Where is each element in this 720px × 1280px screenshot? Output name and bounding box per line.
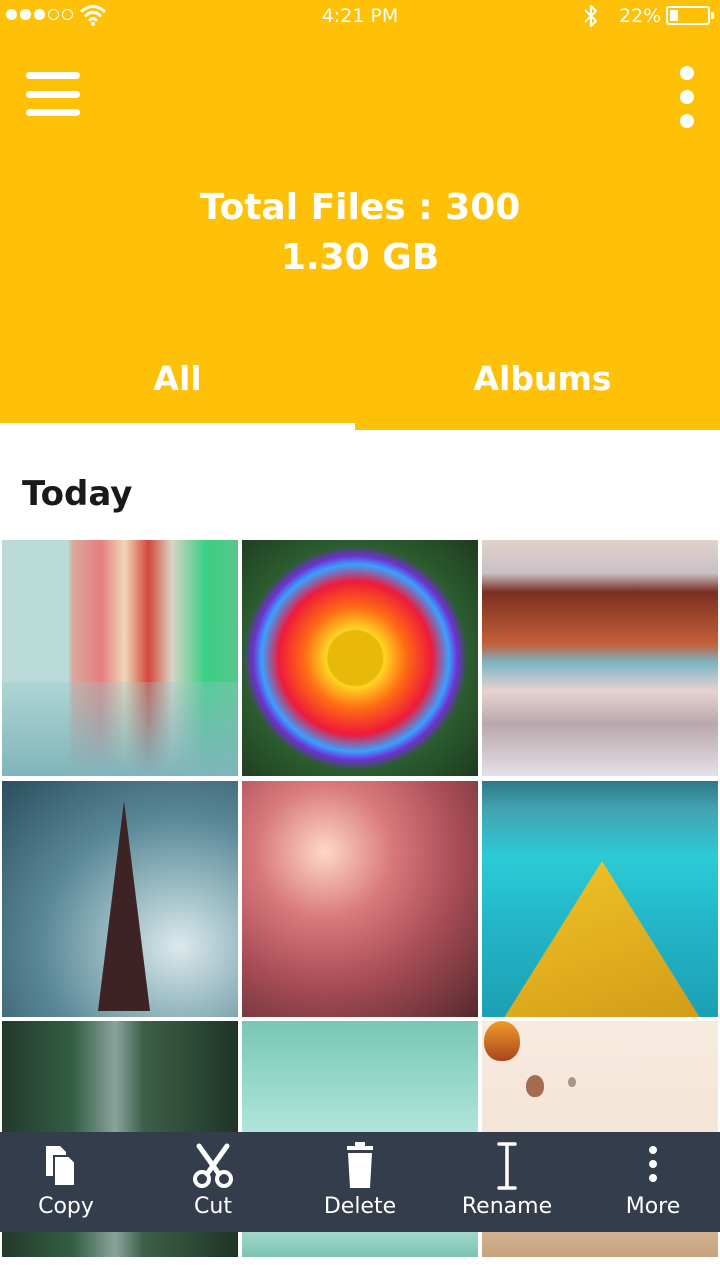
status-time: 4:21 PM xyxy=(321,5,399,27)
storage-summary: Total Files : 300 1.30 GB xyxy=(0,183,720,283)
copy-label: Copy xyxy=(38,1194,94,1219)
photo-thumbnail-sprout[interactable] xyxy=(242,781,478,1017)
tab-bar: All Albums xyxy=(0,350,720,430)
app-header: 4:21 PM 22% Total Files : 300 1.30 GB Al… xyxy=(0,0,720,430)
bluetooth-icon xyxy=(584,5,597,27)
balloon-shape xyxy=(526,1075,544,1097)
tab-selected-indicator xyxy=(0,423,355,430)
scissors-icon xyxy=(193,1143,233,1188)
delete-button[interactable]: Delete xyxy=(288,1132,432,1232)
balloon-shape xyxy=(568,1077,576,1087)
tab-all[interactable]: All xyxy=(0,350,355,430)
battery-icon xyxy=(666,6,714,25)
selection-action-bar: Copy Cut Delete Rename More xyxy=(0,1132,720,1232)
copy-button[interactable]: Copy xyxy=(0,1132,138,1232)
rename-button[interactable]: Rename xyxy=(435,1132,579,1232)
total-files-text: Total Files : 300 xyxy=(199,187,521,228)
status-bar: 4:21 PM 22% xyxy=(0,0,720,32)
boat-shape xyxy=(502,861,702,1017)
trash-icon xyxy=(347,1142,373,1188)
more-vertical-icon xyxy=(649,1146,657,1182)
photo-thumbnail-harbor-houses[interactable] xyxy=(2,540,238,776)
delete-label: Delete xyxy=(323,1194,397,1219)
eiffel-tower-shape xyxy=(98,801,150,1011)
overflow-menu-icon[interactable] xyxy=(670,66,704,128)
cut-label: Cut xyxy=(194,1194,232,1219)
text-cursor-icon xyxy=(497,1142,517,1190)
photo-thumbnail-yellow-boat[interactable] xyxy=(482,781,718,1017)
section-title-today: Today xyxy=(22,474,133,514)
hamburger-menu-icon[interactable] xyxy=(26,72,80,116)
battery-percentage: 22% xyxy=(619,5,662,27)
photo-thumbnail-rainbow-daisy[interactable] xyxy=(242,540,478,776)
photo-thumbnail-eiffel-tower[interactable] xyxy=(2,781,238,1017)
tab-albums[interactable]: Albums xyxy=(365,350,720,430)
balloon-shape xyxy=(484,1021,520,1061)
rename-label: Rename xyxy=(461,1194,553,1219)
copy-icon xyxy=(46,1146,76,1187)
more-label: More xyxy=(625,1194,681,1219)
total-size-text: 1.30 GB xyxy=(280,237,440,278)
cut-button[interactable]: Cut xyxy=(141,1132,285,1232)
more-button[interactable]: More xyxy=(581,1132,720,1232)
photo-thumbnail-mountain-lake[interactable] xyxy=(482,540,718,776)
